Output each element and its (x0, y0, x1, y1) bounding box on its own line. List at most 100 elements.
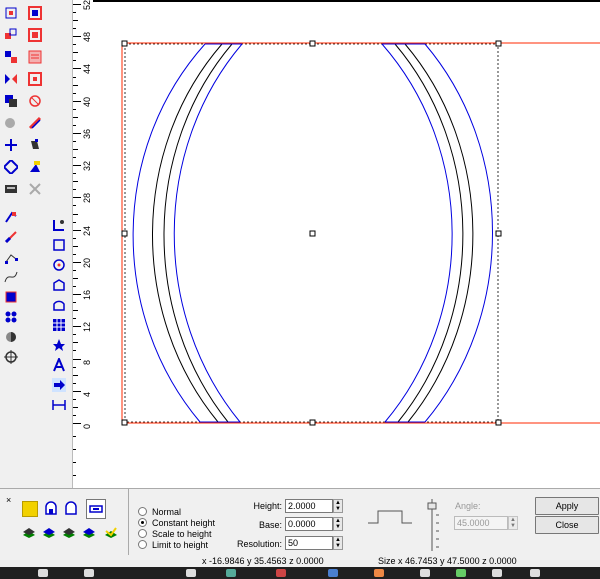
selection-size: Size x 46.7453 y 47.5000 z 0.0000 (378, 556, 517, 566)
close-button[interactable]: Close (535, 516, 599, 534)
select-icon[interactable] (28, 6, 42, 20)
text-icon[interactable] (52, 358, 66, 372)
node-edit-icon[interactable] (4, 6, 18, 20)
polygon-icon[interactable] (52, 278, 66, 292)
dome-fill-icon[interactable] (64, 501, 78, 515)
radio-limit-to-height[interactable]: Limit to height (138, 539, 208, 550)
move-icon[interactable] (4, 138, 18, 152)
drill-icon[interactable] (52, 218, 66, 232)
ruler-label: 48 (82, 32, 92, 43)
arrow-right-icon[interactable] (52, 378, 66, 392)
handle-mid-left[interactable] (121, 230, 128, 237)
angle-slider[interactable] (426, 497, 440, 553)
weld-icon[interactable] (4, 116, 18, 130)
radio-scale-to-height[interactable]: Scale to height (138, 528, 212, 539)
layer-style-5-icon[interactable] (104, 525, 118, 539)
taskbar-app-9-icon[interactable] (456, 569, 466, 577)
taskbar-app-7-icon[interactable] (374, 569, 384, 577)
transform-icon[interactable] (4, 28, 18, 42)
ruler-tick (73, 213, 78, 215)
taskbar-app-8-icon[interactable] (420, 569, 430, 577)
layer-style-1-icon[interactable] (22, 525, 36, 539)
handle-bottom-mid[interactable] (309, 419, 316, 426)
taskbar-app-2-icon[interactable] (84, 569, 94, 577)
layer-style-4-icon[interactable] (82, 525, 96, 539)
taskbar-app-6-icon[interactable] (328, 569, 338, 577)
toolpath-icon[interactable] (4, 290, 18, 304)
left-outer-blue-arc (132, 43, 206, 423)
handle-top-mid[interactable] (309, 40, 316, 47)
resolution-input[interactable]: 50 (285, 536, 333, 550)
arch-fill-icon[interactable] (44, 501, 58, 515)
draw-vector-icon[interactable] (4, 210, 18, 224)
align-icon[interactable] (4, 50, 18, 64)
rotate-icon[interactable] (28, 72, 42, 86)
radio-scale-to-height-dot[interactable] (138, 529, 147, 538)
handle-bottom-left[interactable] (121, 419, 128, 426)
ruler-tick (73, 237, 76, 239)
layer-style-2-icon[interactable] (42, 525, 56, 539)
mirror-icon[interactable] (4, 72, 18, 86)
radio-limit-to-height-dot[interactable] (138, 540, 147, 549)
join-icon[interactable] (28, 116, 42, 130)
handle-bottom-right[interactable] (495, 419, 502, 426)
circle-icon[interactable] (28, 94, 42, 108)
paint-icon[interactable] (28, 160, 42, 174)
handle-center[interactable] (309, 230, 316, 237)
ellipse-icon[interactable] (52, 258, 66, 272)
taskbar-app-3-icon[interactable] (186, 569, 196, 577)
layer-style-3-icon[interactable] (62, 525, 76, 539)
radio-normal[interactable]: Normal (138, 506, 181, 517)
ruler-tick (73, 366, 76, 368)
ruler-tick (73, 294, 81, 296)
taskbar-app-4-icon[interactable] (226, 569, 236, 577)
knife-icon[interactable] (4, 230, 18, 244)
taskbar-app-1-icon[interactable] (38, 569, 48, 577)
radio-normal-dot[interactable] (138, 507, 147, 516)
trim-icon[interactable] (4, 182, 18, 196)
taskbar-app-5-icon[interactable] (276, 569, 286, 577)
flat-fill-icon[interactable] (86, 499, 106, 519)
radio-constant-height-dot[interactable] (138, 518, 147, 527)
taskbar-app-10-icon[interactable] (492, 569, 502, 577)
arc-icon[interactable] (52, 298, 66, 312)
resolution-spinner[interactable]: ▲ ▼ (333, 536, 343, 550)
group-icon[interactable] (4, 94, 18, 108)
rectangle-icon[interactable] (52, 238, 66, 252)
dimension-icon[interactable] (52, 398, 66, 412)
grid-icon[interactable] (52, 318, 66, 332)
ruler-label: 32 (82, 161, 92, 172)
handle-mid-right[interactable] (495, 230, 502, 237)
size-icon[interactable] (28, 28, 42, 42)
polyline-icon[interactable] (4, 250, 18, 264)
ruler-tick (73, 60, 76, 62)
ruler-tick (73, 4, 81, 5)
shade-icon[interactable] (4, 330, 18, 344)
ruler-tick (73, 221, 76, 223)
base-input[interactable]: 0.0000 (285, 517, 333, 531)
taskbar-app-11-icon[interactable] (530, 569, 540, 577)
star-icon[interactable] (52, 338, 66, 352)
handle-top-left[interactable] (121, 40, 128, 47)
drawing-canvas[interactable] (93, 0, 600, 488)
handle-top-right[interactable] (495, 40, 502, 47)
resolution-label: Resolution: (236, 539, 282, 549)
base-spinner[interactable]: ▲ ▼ (333, 517, 343, 531)
yellow-swatch[interactable] (22, 501, 38, 517)
offset-icon[interactable] (4, 160, 18, 174)
ruler-tick (73, 165, 81, 167)
height-spinner[interactable]: ▲ ▼ (333, 499, 343, 513)
pattern-icon[interactable] (4, 310, 18, 324)
layers-icon[interactable] (28, 50, 42, 64)
curve-icon[interactable] (4, 270, 18, 284)
snap-icon[interactable] (4, 350, 18, 364)
ruler-tick (73, 390, 81, 392)
fill-icon[interactable] (28, 138, 42, 152)
ruler-tick (73, 92, 76, 94)
radio-constant-height[interactable]: Constant height (138, 517, 215, 528)
height-input[interactable]: 2.0000 (285, 499, 333, 513)
close-x-icon[interactable]: × (6, 495, 14, 505)
ruler-label: 36 (82, 128, 92, 139)
apply-button[interactable]: Apply (535, 497, 599, 515)
ruler-tick (73, 132, 81, 134)
